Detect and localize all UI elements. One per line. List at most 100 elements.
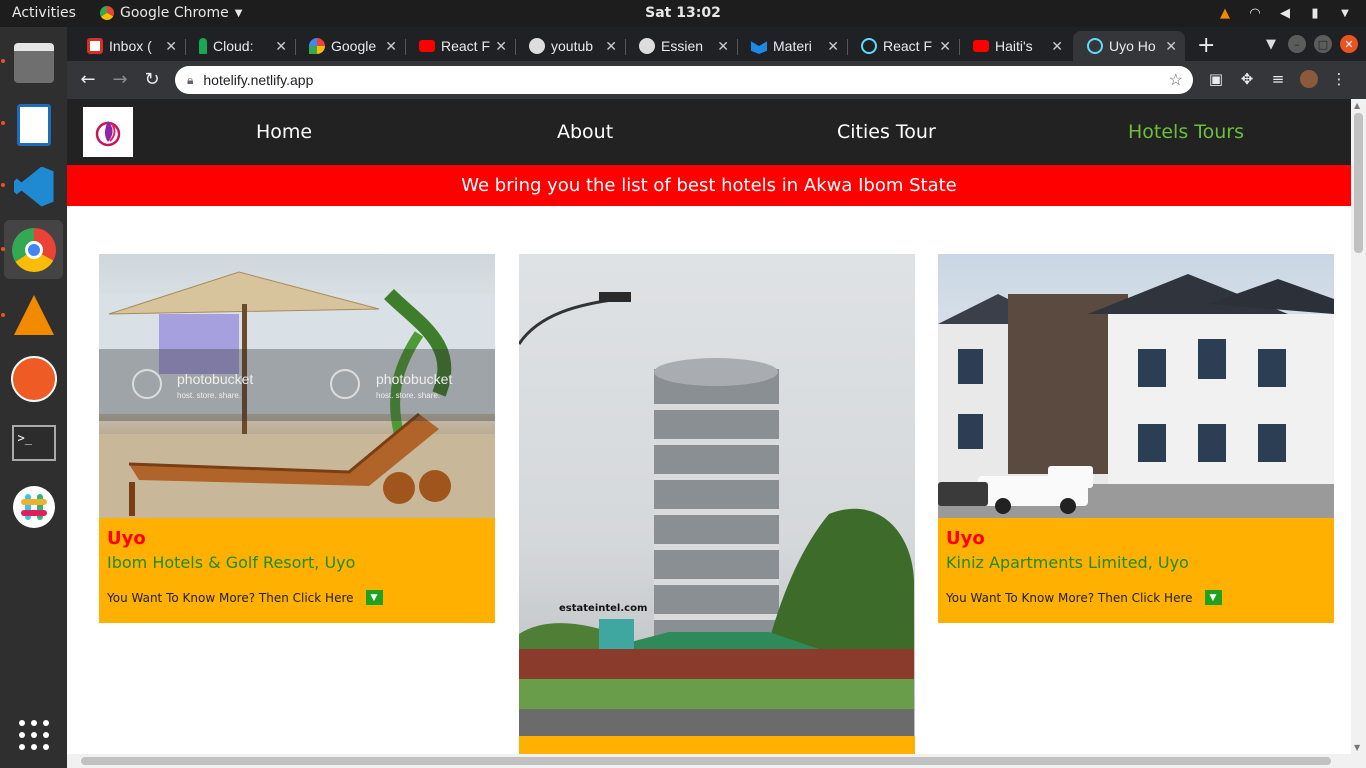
hotel-card-info: Uyo Kiniz Apartments Limited, Uyo You Wa…	[938, 518, 1334, 623]
close-tab-icon[interactable]: ✕	[717, 38, 729, 55]
close-tab-icon[interactable]: ✕	[605, 38, 617, 55]
libreoffice-writer-icon	[16, 103, 51, 146]
app-menu[interactable]: Google Chrome ▼	[100, 5, 242, 21]
tab-2[interactable]: Google ✕	[295, 31, 405, 61]
close-tab-icon[interactable]: ✕	[939, 38, 951, 55]
extension-icon[interactable]: ▣	[1206, 70, 1226, 90]
close-tab-icon[interactable]: ✕	[827, 38, 839, 55]
puzzle-extensions-icon[interactable]: ✥	[1237, 70, 1257, 90]
dropdown-arrow-icon[interactable]: ▼	[365, 590, 383, 605]
google-maps-icon	[309, 38, 325, 54]
hotel-tower-illustration: estateintel.com	[519, 292, 914, 736]
files-dock-item[interactable]	[4, 33, 63, 92]
hotel-city: Uyo	[107, 528, 146, 549]
address-bar[interactable]: 🔒︎ hotelify.netlify.app ☆	[175, 66, 1193, 94]
show-apps-button[interactable]	[4, 705, 63, 764]
files-icon	[13, 42, 54, 83]
close-tab-icon[interactable]: ✕	[275, 38, 287, 55]
url-text[interactable]: hotelify.netlify.app	[203, 72, 313, 88]
bookmark-star-icon[interactable]: ☆	[1169, 70, 1183, 90]
tab-4[interactable]: youtub ✕	[515, 31, 625, 61]
vlc-dock-item[interactable]	[4, 285, 63, 344]
close-tab-icon[interactable]: ✕	[385, 38, 397, 55]
chevron-down-icon: ▼	[234, 7, 243, 19]
vlc-icon	[13, 294, 54, 335]
nav-hotels-tours-link[interactable]: Hotels Tours	[1128, 121, 1244, 143]
know-more-link[interactable]: You Want To Know More? Then Click Here ▼	[946, 590, 1326, 623]
scroll-down-icon[interactable]: ▼	[1354, 743, 1360, 752]
gmail-icon	[87, 38, 103, 54]
photobucket-tagline: host. store. share.	[177, 391, 241, 400]
nav-about-link[interactable]: About	[557, 121, 613, 143]
tab-7[interactable]: React F ✕	[847, 31, 959, 61]
new-tab-button[interactable]: +	[1197, 33, 1215, 58]
media-queue-icon[interactable]: ≡	[1268, 70, 1288, 90]
chevron-down-icon[interactable]: ▼	[1336, 4, 1354, 22]
hotel-name: Kiniz Apartments Limited, Uyo	[946, 553, 1189, 572]
dropdown-arrow-icon[interactable]: ▼	[1204, 590, 1222, 605]
scrollbar-thumb[interactable]	[81, 757, 1331, 765]
scroll-up-icon[interactable]: ▲	[1354, 101, 1360, 110]
vertical-scrollbar[interactable]: ▲ ▼	[1351, 99, 1366, 754]
vscode-dock-item[interactable]	[4, 157, 63, 216]
system-tray[interactable]: ▲ ◠ ◀ ▮ ▼	[1216, 4, 1354, 22]
scrollbar-thumb[interactable]	[1354, 113, 1363, 253]
close-tab-icon[interactable]: ✕	[165, 38, 177, 55]
wifi-icon[interactable]: ◠	[1246, 4, 1264, 22]
volume-icon[interactable]: ◀	[1276, 4, 1294, 22]
nav-home-link[interactable]: Home	[256, 121, 312, 143]
close-tab-icon[interactable]: ✕	[1051, 38, 1063, 55]
hotel-card: estateintel.com	[519, 254, 915, 768]
back-button[interactable]: ←	[77, 69, 99, 90]
nav-cities-tour-link[interactable]: Cities Tour	[837, 121, 936, 143]
slack-dock-item[interactable]	[4, 477, 63, 536]
know-more-link[interactable]: You Want To Know More? Then Click Here ▼	[107, 590, 487, 623]
battery-icon[interactable]: ▮	[1306, 4, 1324, 22]
writer-dock-item[interactable]	[4, 95, 63, 154]
tab-6[interactable]: Materi ✕	[737, 31, 847, 61]
reload-button[interactable]: ↻	[141, 69, 163, 90]
tab-9-active[interactable]: Uyo Ho ✕	[1073, 31, 1185, 61]
horizontal-scrollbar[interactable]	[67, 754, 1366, 768]
photobucket-watermark: photobucket	[177, 371, 253, 387]
vlc-tray-icon[interactable]: ▲	[1216, 4, 1234, 22]
hotel-photo[interactable]: estateintel.com	[519, 254, 915, 736]
close-window-button[interactable]: ✕	[1340, 35, 1358, 53]
terminal-dock-item[interactable]: >_	[4, 413, 63, 472]
postman-icon	[10, 355, 57, 402]
dock: >_	[0, 27, 67, 768]
tab-0[interactable]: Inbox (✕	[73, 31, 185, 61]
tab-5[interactable]: Essien ✕	[625, 31, 737, 61]
chrome-window: Inbox (✕ Cloud: ✕ Google ✕ React F ✕ youtub…	[67, 27, 1366, 768]
hotel-photo[interactable]: photobucket host. store. share. photobuc…	[99, 254, 495, 518]
resort-pool-illustration: photobucket host. store. share. photobuc…	[99, 271, 495, 518]
hotel-card-info: Uyo Ibom Hotels & Golf Resort, Uyo You W…	[99, 518, 495, 623]
tab-8[interactable]: Haiti's ✕	[959, 31, 1071, 61]
tab-search-icon[interactable]: ▼	[1262, 35, 1280, 53]
postman-dock-item[interactable]	[4, 349, 63, 408]
maximize-button[interactable]: □	[1314, 35, 1332, 53]
close-tab-icon[interactable]: ✕	[1165, 38, 1177, 55]
tab-1[interactable]: Cloud: ✕	[185, 31, 295, 61]
hotel-photo[interactable]	[938, 254, 1334, 518]
tab-3[interactable]: React F ✕	[405, 31, 515, 61]
chrome-dock-item[interactable]	[4, 220, 63, 279]
close-tab-icon[interactable]: ✕	[495, 38, 507, 55]
flame-logo-icon	[95, 121, 121, 147]
kebab-menu-icon[interactable]: ⋮	[1329, 70, 1349, 90]
vscode-icon	[13, 166, 54, 207]
minimize-button[interactable]: –	[1288, 35, 1306, 53]
lock-icon[interactable]: 🔒︎	[187, 73, 193, 88]
profile-avatar[interactable]	[1299, 70, 1319, 90]
app-grid-icon	[18, 719, 49, 750]
hotel-card: Uyo Kiniz Apartments Limited, Uyo You Wa…	[938, 254, 1334, 623]
system-top-bar: Activities Google Chrome ▼ Sat 13:02 ▲ ◠…	[0, 0, 1366, 27]
site-logo[interactable]	[83, 107, 133, 157]
react-icon	[1087, 38, 1103, 54]
app-menu-label: Google Chrome	[120, 5, 229, 21]
forward-button[interactable]: →	[109, 69, 131, 90]
material-ui-icon	[751, 41, 767, 54]
photobucket-tagline: host. store. share.	[376, 391, 440, 400]
running-indicator	[1, 247, 5, 251]
activities-button[interactable]: Activities	[12, 5, 76, 21]
